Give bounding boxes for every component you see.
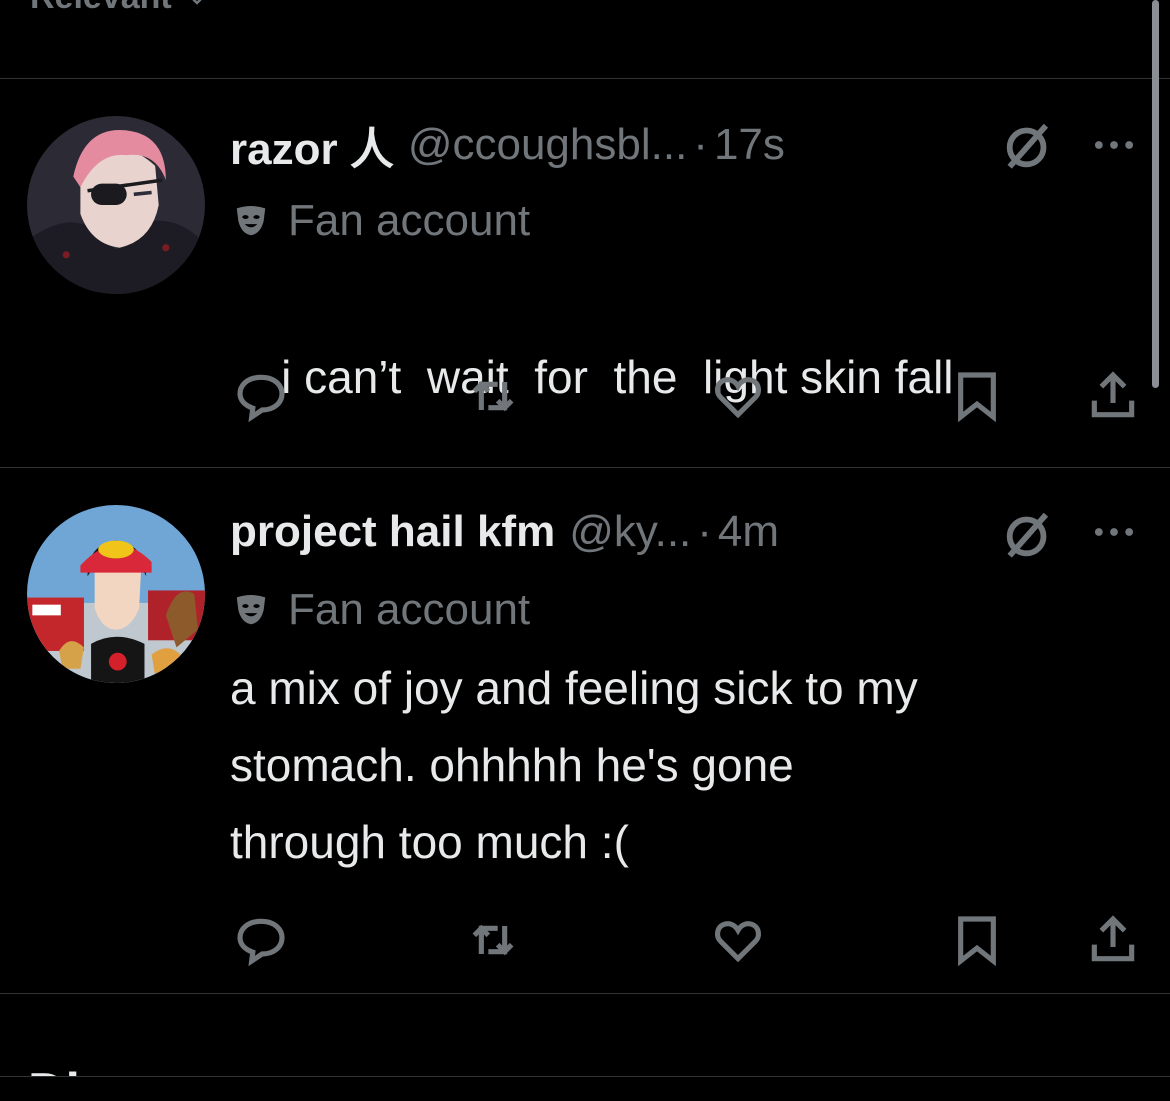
tweet-text-line: stomach. ohhhhh he's gone — [230, 739, 794, 791]
more-icon[interactable] — [1088, 119, 1140, 171]
masks-icon — [236, 594, 266, 625]
handle[interactable]: @ccoughsbl... — [408, 120, 687, 170]
display-name[interactable]: project hail kfm — [230, 507, 555, 557]
divider — [0, 1076, 1170, 1077]
next-section-heading-text: Di — [28, 1063, 80, 1076]
avatar[interactable] — [27, 116, 205, 294]
more-icon[interactable] — [1088, 506, 1140, 558]
tweet-text-line: through too much :( — [230, 816, 629, 868]
slashed-circle-icon[interactable] — [1000, 505, 1058, 563]
reply-icon — [237, 374, 285, 423]
badge-label: Fan account — [288, 196, 531, 245]
masks-icon — [236, 205, 266, 236]
repost-icon — [472, 380, 514, 412]
repost-button[interactable] — [463, 910, 523, 970]
chevron-down-icon — [192, 0, 202, 5]
share-icon — [1091, 371, 1135, 418]
badge-label: Fan account — [288, 585, 531, 634]
repost-button[interactable] — [463, 366, 523, 426]
fan-account-badge: Fan account — [232, 582, 530, 638]
bookmark-icon — [958, 372, 996, 423]
avatar[interactable] — [27, 505, 205, 683]
like-button[interactable] — [708, 366, 768, 426]
separator-dot: · — [697, 507, 712, 556]
tweet-header: razor 人 @ccoughsbl... · 17s — [230, 115, 785, 175]
slashed-circle-icon[interactable] — [1000, 116, 1058, 174]
share-button[interactable] — [1083, 910, 1143, 970]
tweet-actions — [0, 366, 1170, 426]
divider — [0, 993, 1170, 994]
tweet-text-line: a mix of joy and feeling sick to my — [230, 662, 918, 714]
tweet[interactable]: razor 人 @ccoughsbl... · 17s Fan account … — [0, 79, 1170, 467]
next-section-heading: Di — [28, 1062, 80, 1076]
display-name[interactable]: razor 人 — [230, 113, 394, 177]
repost-icon — [472, 924, 514, 956]
share-icon — [1091, 915, 1135, 962]
tweet[interactable]: project hail kfm @ky... · 4m Fan account… — [0, 468, 1170, 993]
share-button[interactable] — [1083, 366, 1143, 426]
bookmark-button[interactable] — [947, 366, 1007, 426]
timestamp[interactable]: 4m — [718, 507, 779, 557]
like-button[interactable] — [708, 910, 768, 970]
reply-button[interactable] — [231, 910, 291, 970]
heart-icon — [715, 377, 761, 419]
heart-icon — [715, 921, 761, 963]
handle[interactable]: @ky... — [569, 507, 691, 557]
bookmark-icon — [958, 916, 996, 967]
tweet-header: project hail kfm @ky... · 4m — [230, 502, 779, 562]
separator-dot: · — [693, 120, 708, 169]
timestamp[interactable]: 17s — [714, 120, 785, 170]
tweet-text: a mix of joy and feeling sick to my stom… — [230, 650, 1140, 881]
fan-account-badge: Fan account — [232, 193, 530, 249]
sort-label: Relevant — [30, 0, 172, 17]
tweet-actions — [0, 910, 1170, 970]
reply-button[interactable] — [231, 366, 291, 426]
bookmark-button[interactable] — [947, 910, 1007, 970]
reply-icon — [237, 918, 285, 967]
sort-dropdown[interactable]: Relevant — [30, 0, 212, 17]
